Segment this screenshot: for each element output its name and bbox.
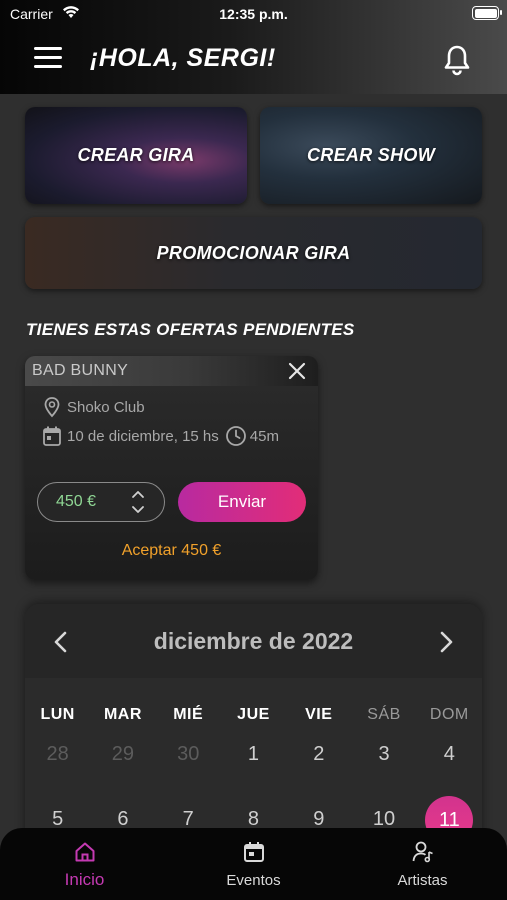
send-offer-button[interactable]: Enviar	[178, 482, 306, 522]
offer-duration: 45m	[249, 427, 279, 445]
calendar-day[interactable]: 1	[221, 743, 286, 766]
calendar-header: diciembre de 2022	[25, 604, 482, 678]
notifications-bell-icon[interactable]	[442, 44, 472, 76]
weekday-label: MAR	[103, 706, 142, 723]
offer-card-header: BAD BUNNY	[25, 356, 318, 386]
calendar-icon	[243, 842, 264, 862]
price-value: 450 €	[56, 493, 97, 510]
offer-artist: BAD BUNNY	[32, 362, 129, 379]
offer-venue: Shoko Club	[67, 398, 145, 416]
stepper-arrows-icon[interactable]	[130, 488, 146, 516]
calendar-day[interactable]: 30	[156, 743, 221, 766]
calendar-month: diciembre de 2022	[153, 628, 354, 654]
battery-icon	[472, 6, 502, 20]
weekday-label: LUN	[40, 706, 75, 723]
promote-tour-label: PROMOCIONAR GIRA	[156, 242, 351, 263]
calendar-icon	[43, 426, 61, 446]
bottom-tab-bar: Inicio Eventos Artistas	[0, 828, 507, 900]
accept-offer-link[interactable]: Aceptar 450 €	[25, 542, 318, 560]
greeting-title: ¡HOLA, SERGI!	[90, 44, 276, 72]
status-bar: Carrier 12:35 p.m.	[0, 0, 507, 28]
tab-inicio[interactable]: Inicio	[0, 828, 169, 900]
pending-offers-title: TIENES ESTAS OFERTAS PENDIENTES	[26, 320, 355, 339]
calendar-day[interactable]: 28	[25, 743, 90, 766]
clock: 12:35 p.m.	[219, 6, 288, 22]
tab-eventos[interactable]: Eventos	[169, 828, 338, 900]
calendar-day[interactable]: 29	[90, 743, 155, 766]
weekday-label: VIE	[305, 706, 333, 723]
create-tour-button[interactable]: CREAR GIRA	[25, 107, 247, 204]
calendar-weekdays: LUN MAR MIÉ JUE VIE SÁB DOM	[25, 706, 482, 724]
tab-label: Eventos	[226, 872, 281, 889]
offer-venue-row: Shoko Club	[42, 396, 145, 418]
calendar-day[interactable]: 2	[286, 743, 351, 766]
location-pin-icon	[44, 397, 60, 418]
menu-button[interactable]	[34, 47, 62, 71]
weekday-label: SÁB	[367, 706, 401, 723]
app-header: Carrier 12:35 p.m. ¡HOLA, SERGI!	[0, 0, 507, 94]
clock-icon	[225, 426, 246, 446]
tab-label: Artistas	[397, 872, 448, 889]
offer-card: BAD BUNNY Shoko Club 10 de diciembre, 15…	[25, 356, 318, 580]
chevron-right-icon[interactable]	[436, 630, 456, 654]
weekday-label: JUE	[237, 706, 270, 723]
promote-tour-button[interactable]: PROMOCIONAR GIRA	[25, 217, 482, 289]
create-show-label: CREAR SHOW	[307, 145, 435, 165]
offer-date-row: 10 de diciembre, 15 hs 45m	[42, 425, 279, 447]
tab-label: Inicio	[64, 870, 105, 889]
calendar-week: 28 29 30 1 2 3 4	[25, 743, 482, 766]
calendar-day[interactable]: 3	[351, 743, 416, 766]
weekday-label: DOM	[429, 706, 469, 723]
calendar-day[interactable]: 4	[417, 743, 482, 766]
home-icon	[75, 842, 94, 862]
tab-artistas[interactable]: Artistas	[338, 828, 507, 900]
create-show-button[interactable]: CREAR SHOW	[260, 107, 482, 204]
weekday-label: MIÉ	[173, 706, 204, 723]
create-tour-label: CREAR GIRA	[77, 145, 195, 165]
offer-date: 10 de diciembre, 15 hs	[67, 427, 219, 445]
artist-icon	[412, 841, 433, 863]
close-icon[interactable]	[286, 360, 308, 382]
price-stepper[interactable]: 450 €	[37, 482, 165, 522]
